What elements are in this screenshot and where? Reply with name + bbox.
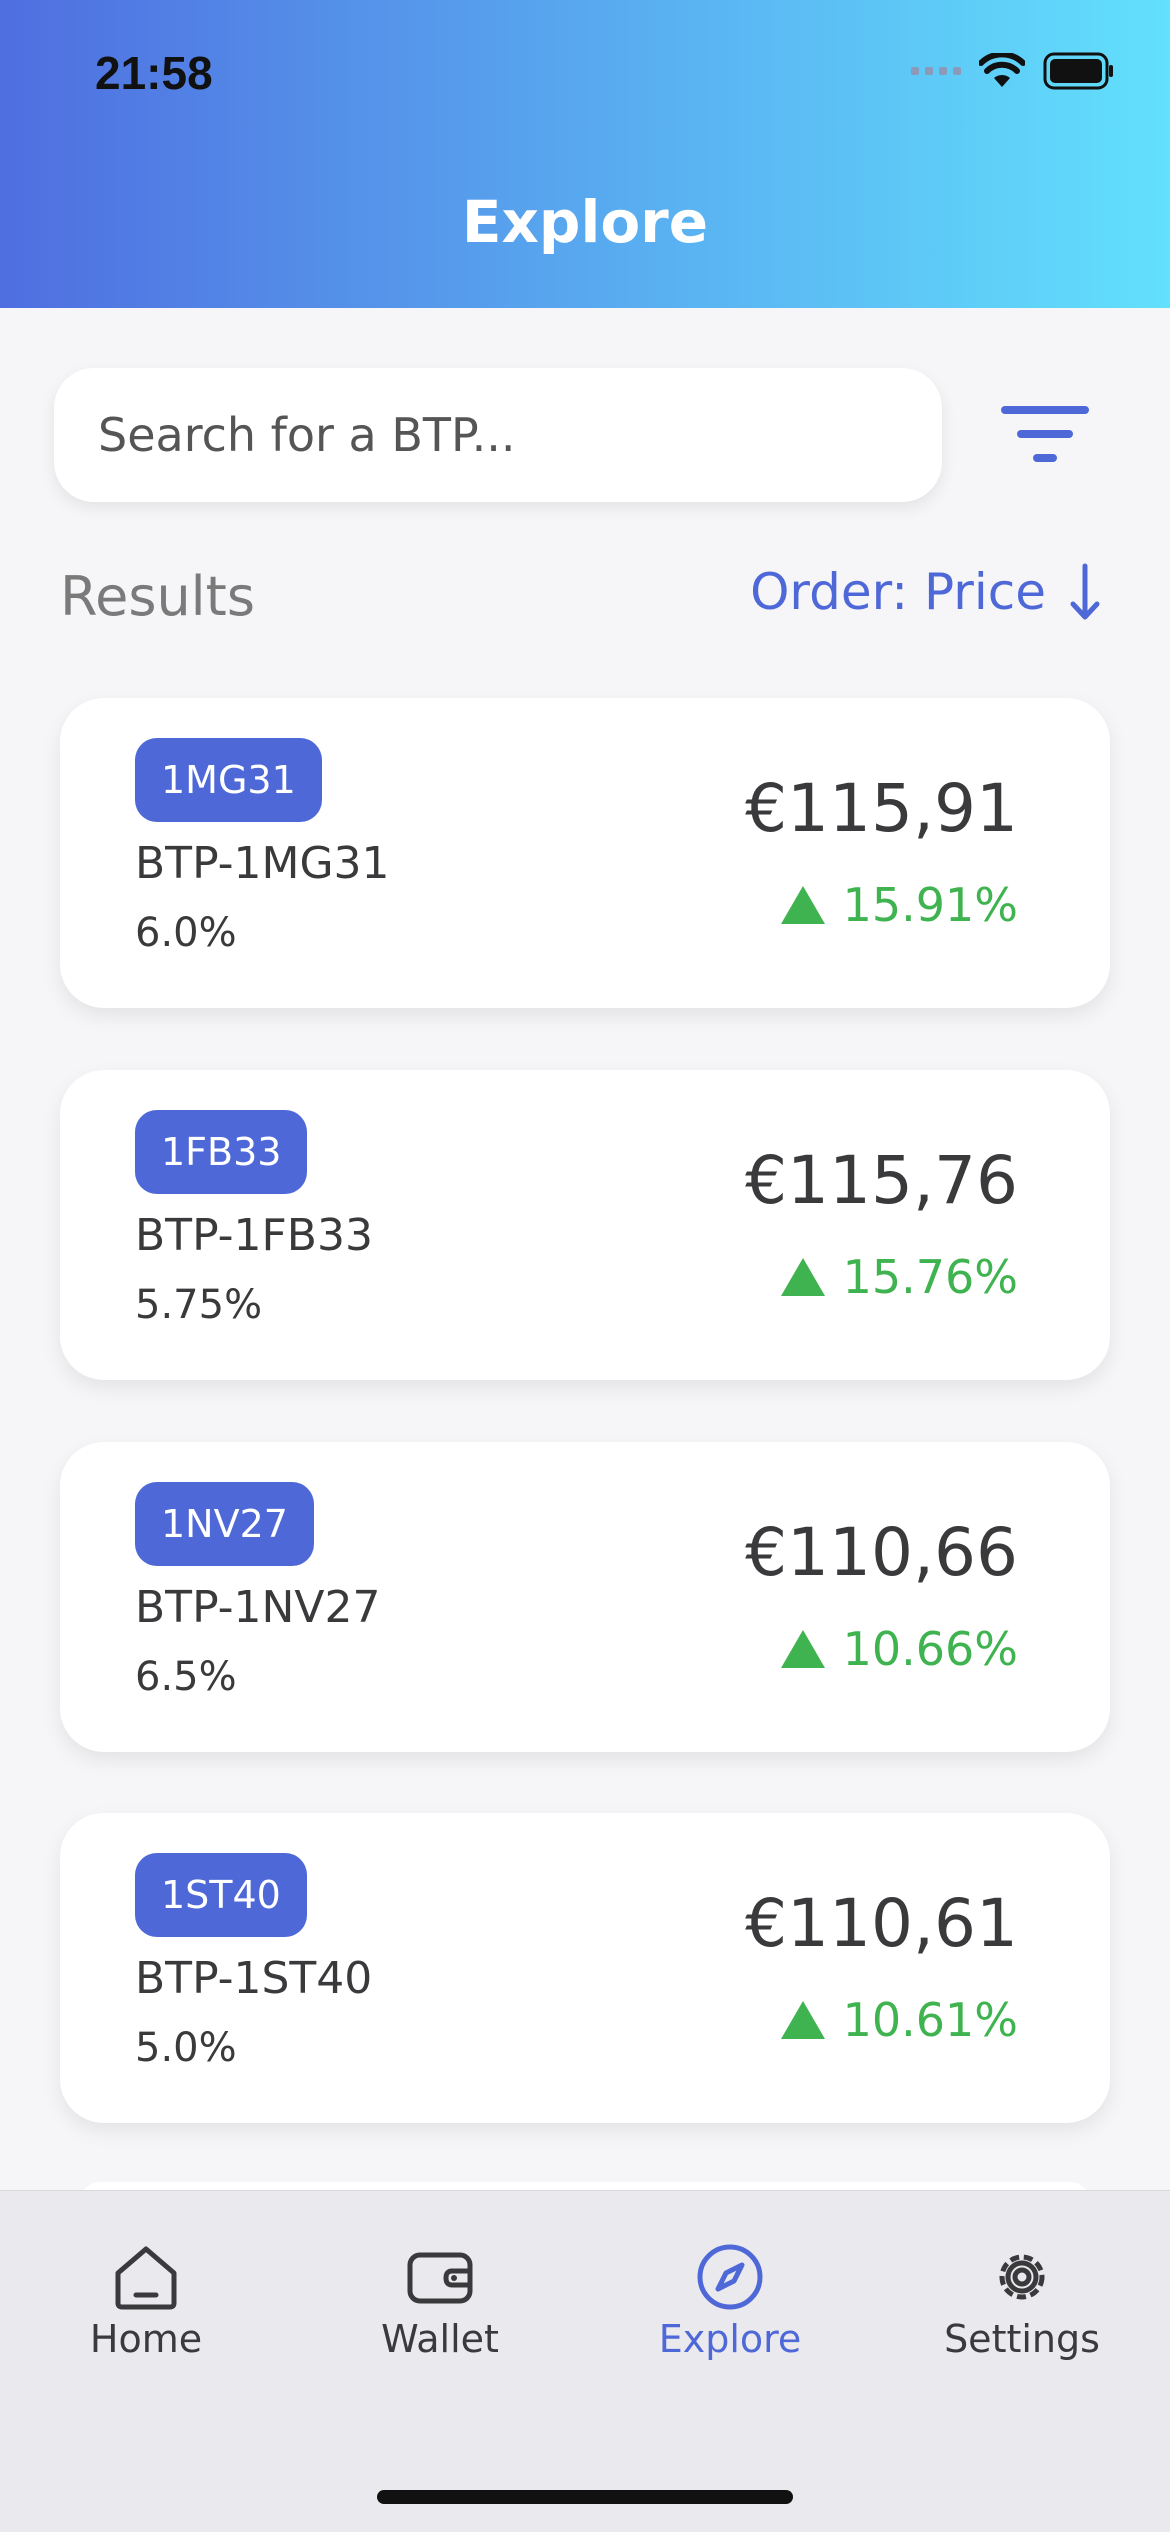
btp-card[interactable]: 1MG31 BTP-1MG31 6.0% €115,91 15.91% (60, 698, 1110, 1008)
wallet-icon (407, 2252, 473, 2304)
tab-settings-label: Settings (944, 2317, 1100, 2361)
tab-bar: Home Wallet Explore Settings (0, 2190, 1170, 2532)
order-label: Order: Price (750, 563, 1046, 621)
up-triangle-icon (780, 1258, 825, 1296)
order-button[interactable]: Order: Price (750, 562, 1100, 622)
header: 21:58 Explore (0, 0, 1170, 308)
tab-home[interactable]: Home (36, 2241, 256, 2361)
btp-rate: 5.0% (135, 2025, 237, 2071)
tab-settings[interactable]: Settings (912, 2241, 1132, 2361)
up-triangle-icon (780, 1630, 825, 1668)
signal-icon (911, 67, 961, 75)
filter-icon[interactable] (995, 400, 1095, 470)
btp-card[interactable]: 1FB33 BTP-1FB33 5.75% €115,76 15.76% (60, 1070, 1110, 1380)
results-label: Results (60, 565, 255, 628)
btp-price: €110,61 (745, 1885, 1018, 1962)
home-indicator (377, 2490, 793, 2504)
battery-icon (1043, 52, 1113, 90)
btp-price: €115,76 (745, 1142, 1018, 1219)
btp-change: 10.61% (780, 1993, 1018, 2047)
btp-code-badge: 1NV27 (135, 1482, 314, 1566)
btp-price: €115,91 (745, 770, 1018, 847)
tab-wallet[interactable]: Wallet (330, 2241, 550, 2361)
btp-card[interactable]: 1NV27 BTP-1NV27 6.5% €110,66 10.66% (60, 1442, 1110, 1752)
btp-card[interactable]: 1ST40 BTP-1ST40 5.0% €110,61 10.61% (60, 1813, 1110, 2123)
btp-price: €110,66 (745, 1514, 1018, 1591)
btp-code-badge: 1MG31 (135, 738, 322, 822)
arrow-down-icon (1070, 563, 1100, 620)
btp-rate: 6.5% (135, 1654, 237, 1700)
status-icons (911, 52, 1115, 90)
btp-change-value: 10.61% (842, 1993, 1018, 2047)
tab-explore-label: Explore (658, 2317, 802, 2361)
btp-rate: 5.75% (135, 1282, 263, 1328)
tab-home-label: Home (89, 2317, 203, 2361)
btp-name: BTP-1ST40 (135, 1953, 373, 2004)
home-icon (115, 2246, 177, 2310)
gear-icon (999, 2254, 1045, 2300)
search-input[interactable]: Search for a BTP... (54, 368, 942, 502)
page-title: Explore (461, 188, 709, 256)
btp-code-badge: 1ST40 (135, 1853, 307, 1937)
up-triangle-icon (780, 886, 825, 924)
tab-wallet-label: Wallet (381, 2317, 499, 2361)
btp-name: BTP-1MG31 (135, 838, 390, 889)
compass-icon (697, 2244, 763, 2310)
status-time: 21:58 (95, 47, 213, 99)
btp-change: 10.66% (780, 1622, 1018, 1676)
up-triangle-icon (780, 2001, 825, 2039)
btp-name: BTP-1FB33 (135, 1210, 373, 1261)
wifi-icon (979, 53, 1025, 87)
btp-name: BTP-1NV27 (135, 1582, 381, 1633)
search-placeholder: Search for a BTP... (98, 408, 516, 462)
tab-explore[interactable]: Explore (620, 2241, 840, 2361)
btp-change-value: 10.66% (842, 1622, 1018, 1676)
btp-code-badge: 1FB33 (135, 1110, 308, 1194)
btp-change: 15.76% (780, 1250, 1018, 1304)
btp-change: 15.91% (780, 878, 1018, 932)
btp-change-value: 15.91% (842, 878, 1018, 932)
btp-change-value: 15.76% (842, 1250, 1018, 1304)
btp-rate: 6.0% (135, 910, 237, 956)
